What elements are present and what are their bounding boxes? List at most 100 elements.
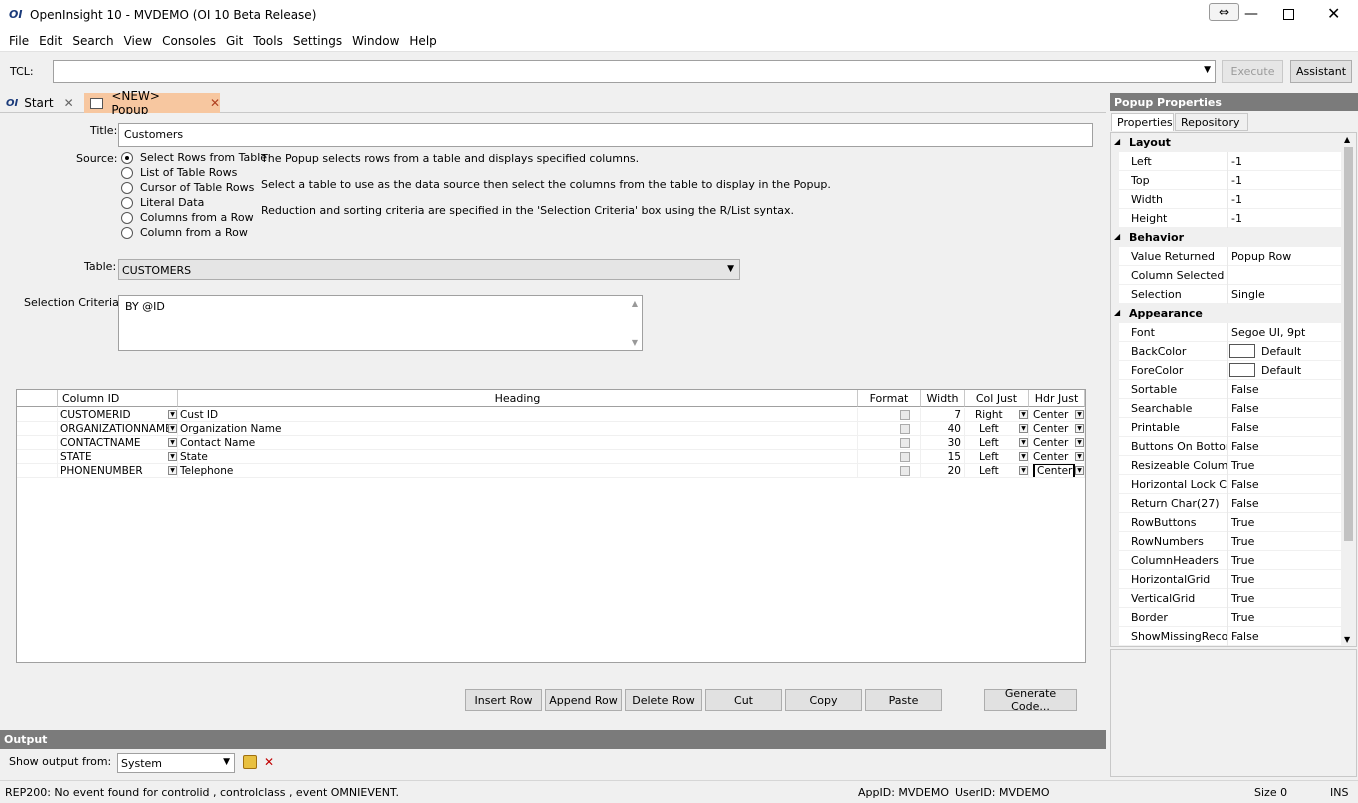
color-swatch[interactable] bbox=[1229, 343, 1255, 358]
assistant-button[interactable]: Assistant bbox=[1290, 60, 1352, 83]
cut-button[interactable]: Cut bbox=[705, 689, 782, 711]
property-row[interactable]: ForeColor Default bbox=[1119, 361, 1343, 380]
tab-new-popup[interactable]: <NEW> Popup ✕ bbox=[84, 89, 220, 117]
property-row[interactable]: Left -1 bbox=[1119, 152, 1343, 171]
cell-heading[interactable]: Organization Name bbox=[178, 422, 858, 436]
scrollbar-thumb[interactable] bbox=[1344, 147, 1353, 541]
delete-row-button[interactable]: Delete Row bbox=[625, 689, 702, 711]
cell-format[interactable] bbox=[858, 464, 921, 478]
property-value[interactable]: -1 bbox=[1231, 155, 1242, 168]
property-row[interactable]: Top -1 bbox=[1119, 171, 1343, 190]
chevron-down-icon[interactable]: ▼ bbox=[1019, 410, 1028, 419]
scroll-up-icon[interactable]: ▲ bbox=[1344, 135, 1350, 144]
chevron-down-icon[interactable]: ▼ bbox=[1075, 410, 1084, 419]
cell-col-just[interactable]: Right ▼ bbox=[965, 408, 1029, 422]
property-category[interactable]: ◢ Layout bbox=[1111, 133, 1343, 152]
format-checkbox[interactable] bbox=[900, 465, 910, 476]
property-value[interactable]: Single bbox=[1231, 288, 1265, 301]
format-checkbox[interactable] bbox=[900, 423, 910, 434]
cell-column-id[interactable]: ORGANIZATIONNAME ▼ bbox=[58, 422, 178, 436]
maximize-button[interactable] bbox=[1283, 9, 1294, 20]
table-row[interactable]: CUSTOMERID ▼ Cust ID 7 Right ▼ Center ▼ bbox=[17, 408, 1085, 422]
property-value[interactable]: Default bbox=[1229, 343, 1301, 358]
criteria-textarea[interactable]: BY @ID ▲ ▼ bbox=[118, 295, 643, 351]
header-format[interactable]: Format bbox=[858, 390, 921, 407]
property-value[interactable]: -1 bbox=[1231, 174, 1242, 187]
table-select[interactable]: CUSTOMERS ▼ bbox=[118, 259, 740, 280]
title-input[interactable]: Customers bbox=[118, 123, 1093, 147]
chevron-down-icon[interactable]: ▼ bbox=[1204, 65, 1211, 75]
source-option-column-row[interactable]: Column from a Row bbox=[121, 226, 248, 239]
header-column-id[interactable]: Column ID bbox=[58, 390, 178, 407]
property-row[interactable]: Return Char(27) False bbox=[1119, 494, 1343, 513]
menu-file[interactable]: File bbox=[4, 34, 34, 48]
chevron-down-icon[interactable]: ▼ bbox=[168, 466, 177, 475]
color-swatch[interactable] bbox=[1229, 362, 1255, 377]
property-value[interactable]: -1 bbox=[1231, 193, 1242, 206]
property-row[interactable]: Searchable False bbox=[1119, 399, 1343, 418]
chevron-down-icon[interactable]: ▼ bbox=[1075, 438, 1084, 447]
cell-column-id[interactable]: PHONENUMBER ▼ bbox=[58, 464, 178, 478]
insert-row-button[interactable]: Insert Row bbox=[465, 689, 542, 711]
source-option-literal[interactable]: Literal Data bbox=[121, 196, 204, 209]
collapse-icon[interactable]: ◢ bbox=[1114, 232, 1120, 241]
source-option-columns-row[interactable]: Columns from a Row bbox=[121, 211, 254, 224]
chevron-down-icon[interactable]: ▼ bbox=[1075, 466, 1084, 475]
restore-arrows-icon[interactable]: ⇔ bbox=[1209, 3, 1239, 21]
property-value[interactable]: False bbox=[1231, 383, 1259, 396]
cell-col-just[interactable]: Left ▼ bbox=[965, 450, 1029, 464]
minimize-button[interactable]: — bbox=[1244, 6, 1258, 22]
row-button[interactable] bbox=[17, 450, 58, 464]
tab-repository[interactable]: Repository bbox=[1175, 113, 1248, 131]
chevron-down-icon[interactable]: ▼ bbox=[1075, 452, 1084, 461]
cell-column-id[interactable]: CONTACTNAME ▼ bbox=[58, 436, 178, 450]
chevron-down-icon[interactable]: ▼ bbox=[1075, 424, 1084, 433]
property-row[interactable]: Horizontal Lock Co False bbox=[1119, 475, 1343, 494]
cell-hdr-just[interactable]: Center ▼ bbox=[1029, 422, 1085, 436]
property-grid[interactable]: ◢ Layout Left -1 Top -1 Width -1 Height -1 ◢ Behavi… bbox=[1110, 132, 1357, 647]
row-button[interactable] bbox=[17, 436, 58, 450]
cell-width[interactable]: 40 bbox=[921, 422, 965, 436]
row-button[interactable] bbox=[17, 464, 58, 478]
paste-button[interactable]: Paste bbox=[865, 689, 942, 711]
table-row[interactable]: PHONENUMBER ▼ Telephone 20 Left ▼ Center ▼ bbox=[17, 464, 1085, 478]
property-value[interactable]: Default bbox=[1229, 362, 1301, 377]
generate-code-button[interactable]: Generate Code... bbox=[984, 687, 1077, 713]
chevron-down-icon[interactable]: ▼ bbox=[1019, 452, 1028, 461]
clear-output-icon[interactable] bbox=[243, 755, 257, 769]
cell-width[interactable]: 15 bbox=[921, 450, 965, 464]
header-hdr-just[interactable]: Hdr Just bbox=[1029, 390, 1085, 407]
property-value[interactable]: False bbox=[1231, 630, 1259, 643]
scroll-down-icon[interactable]: ▼ bbox=[1344, 635, 1350, 644]
property-value[interactable]: True bbox=[1231, 554, 1254, 567]
cell-heading[interactable]: State bbox=[178, 450, 858, 464]
cell-hdr-just[interactable]: Center ▼ bbox=[1029, 408, 1085, 422]
tcl-input[interactable]: ▼ bbox=[53, 60, 1216, 83]
cell-format[interactable] bbox=[858, 422, 921, 436]
property-value[interactable]: True bbox=[1231, 516, 1254, 529]
property-value[interactable]: False bbox=[1231, 497, 1259, 510]
property-row[interactable]: Sortable False bbox=[1119, 380, 1343, 399]
close-icon[interactable]: ✕ bbox=[210, 96, 220, 110]
property-category[interactable]: ◢ Appearance bbox=[1111, 304, 1343, 323]
chevron-down-icon[interactable]: ▼ bbox=[168, 424, 177, 433]
source-option-select-rows[interactable]: Select Rows from Table bbox=[121, 151, 267, 164]
cell-hdr-just[interactable]: Center ▼ bbox=[1029, 450, 1085, 464]
chevron-down-icon[interactable]: ▼ bbox=[168, 452, 177, 461]
chevron-down-icon[interactable]: ▼ bbox=[1019, 438, 1028, 447]
property-row[interactable]: Buttons On Bottom False bbox=[1119, 437, 1343, 456]
property-row[interactable]: VerticalGrid True bbox=[1119, 589, 1343, 608]
output-source-select[interactable]: System ▼ bbox=[117, 753, 235, 773]
cell-hdr-just[interactable]: Center ▼ bbox=[1029, 436, 1085, 450]
property-row[interactable]: ColumnHeaders True bbox=[1119, 551, 1343, 570]
property-value[interactable]: Segoe UI, 9pt bbox=[1231, 326, 1305, 339]
property-value[interactable]: -1 bbox=[1231, 212, 1242, 225]
collapse-icon[interactable]: ◢ bbox=[1114, 308, 1120, 317]
cell-format[interactable] bbox=[858, 408, 921, 422]
menu-help[interactable]: Help bbox=[404, 34, 441, 48]
scroll-down-icon[interactable]: ▼ bbox=[632, 338, 638, 347]
property-row[interactable]: ShowMissingReco False bbox=[1119, 627, 1343, 646]
cell-width[interactable]: 30 bbox=[921, 436, 965, 450]
property-category[interactable]: ◢ Behavior bbox=[1111, 228, 1343, 247]
execute-button[interactable]: Execute bbox=[1222, 60, 1283, 83]
